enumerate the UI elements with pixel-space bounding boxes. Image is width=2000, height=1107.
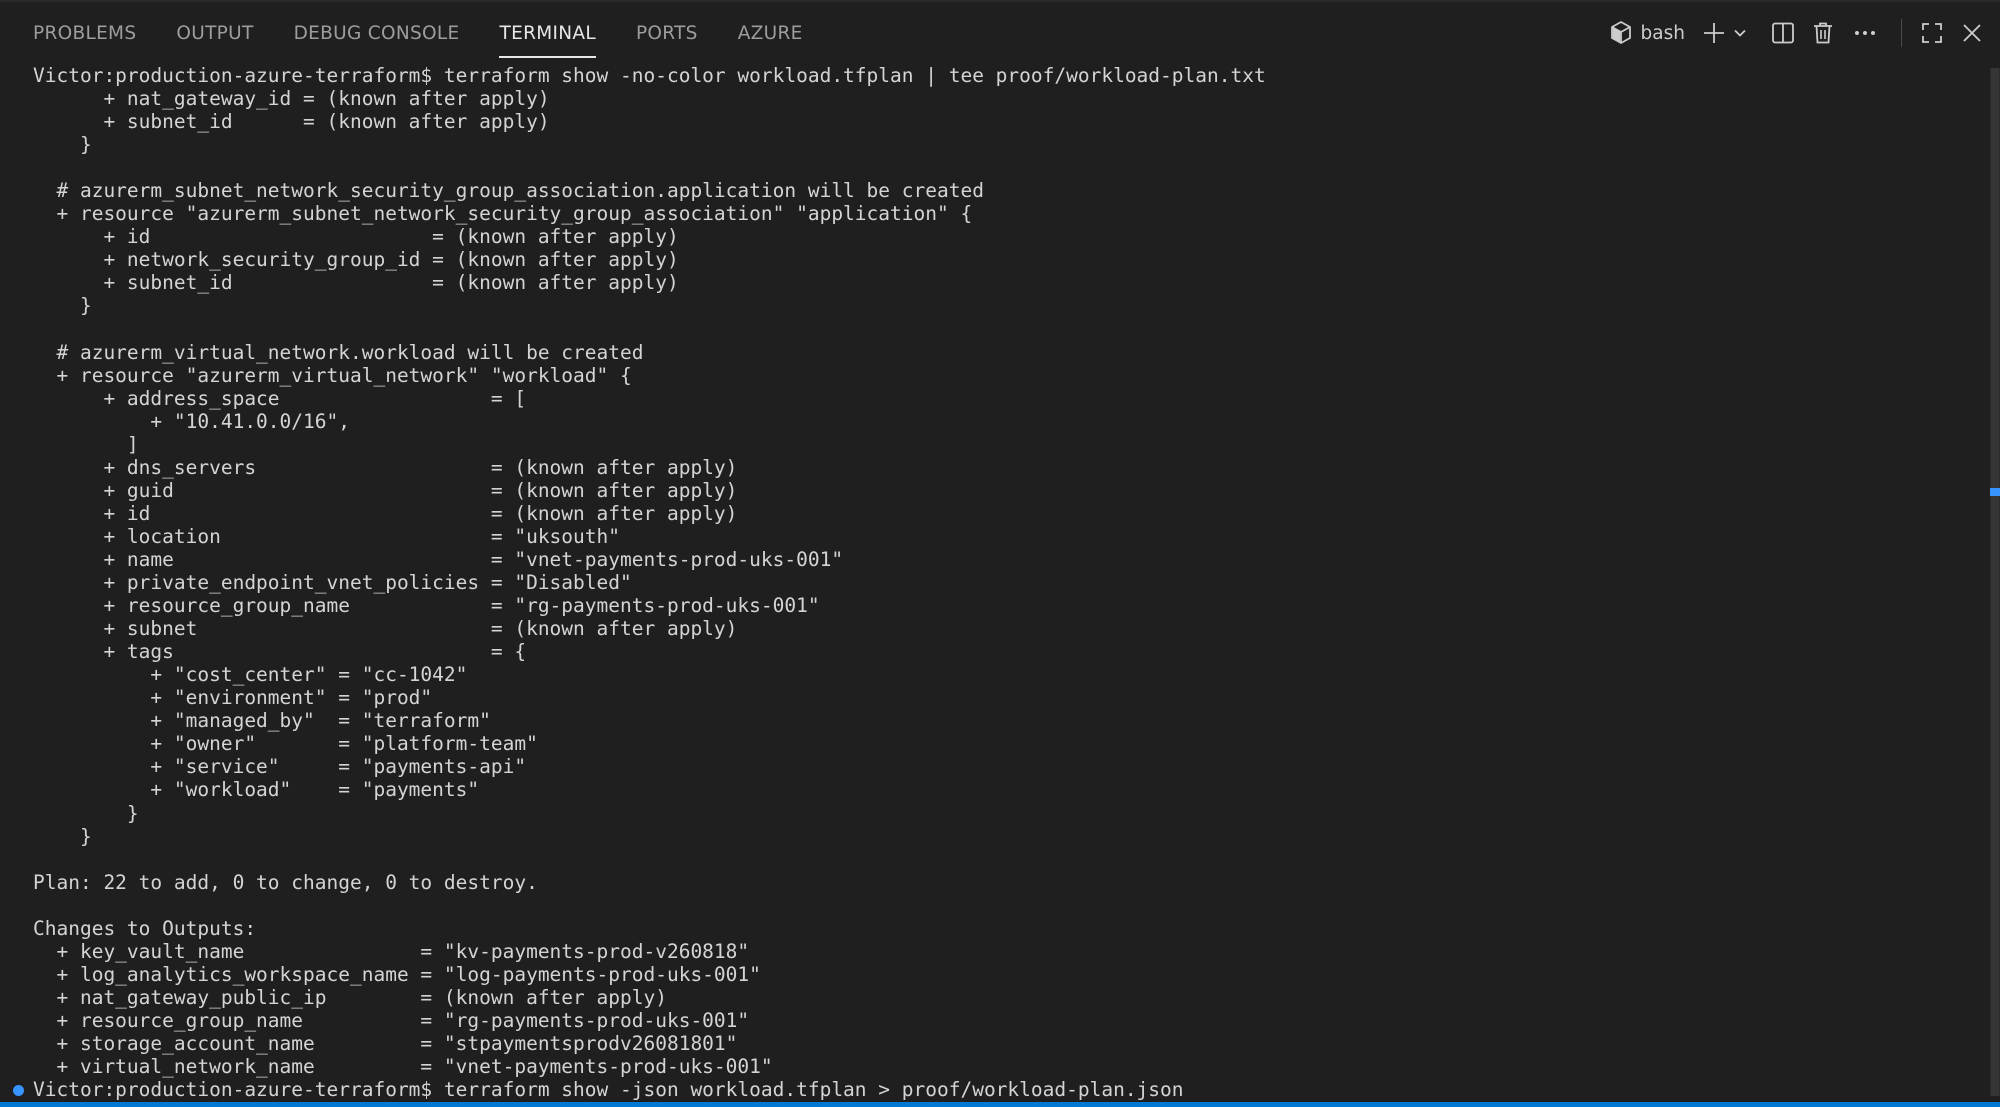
tab-azure[interactable]: AZURE: [738, 2, 803, 64]
split-terminal-icon: [1771, 21, 1795, 45]
terminal-line: # azurerm_virtual_network.workload will …: [33, 340, 644, 364]
split-terminal-button[interactable]: [1763, 13, 1803, 53]
terminal-line: Victor:production-azure-terraform$ terra…: [33, 64, 1266, 87]
terminal-line: + virtual_network_name = "vnet-payments-…: [33, 1055, 773, 1079]
terminal-line: + key_vault_name = "kv-payments-prod-v26…: [33, 939, 750, 963]
terminal-line: + subnet_id = (known after apply): [33, 271, 679, 295]
tab-problems[interactable]: PROBLEMS: [33, 2, 136, 64]
terminal-line: + subnet_id = (known after apply): [33, 110, 550, 134]
terminal-line: }: [33, 824, 92, 848]
terminal-line: + "workload" = "payments": [33, 778, 480, 802]
terminal-line: + resource_group_name = "rg-payments-pro…: [33, 1008, 750, 1032]
shell-name: bash: [1640, 22, 1685, 44]
more-actions-button[interactable]: [1843, 13, 1887, 53]
terminal-line: + location = "uksouth": [33, 524, 620, 548]
terminal-line: # azurerm_subnet_network_security_group_…: [33, 179, 984, 203]
kill-terminal-button[interactable]: [1803, 13, 1843, 53]
close-icon: [1962, 23, 1982, 43]
terminal-line: + guid = (known after apply): [33, 478, 738, 502]
terminal-line: + network_security_group_id = (known aft…: [33, 248, 679, 272]
terminal-view[interactable]: Victor:production-azure-terraform$ terra…: [0, 64, 1990, 1100]
terminal-line: + private_endpoint_vnet_policies = "Disa…: [33, 571, 632, 595]
maximize-icon: [1921, 22, 1943, 44]
terminal-line: + "cost_center" = "cc-1042": [33, 663, 468, 687]
terminal-toolbar: bash: [1609, 2, 1992, 64]
terminal-profiles-dropdown[interactable]: [1729, 13, 1751, 53]
terminal-line: + id = (known after apply): [33, 501, 738, 525]
terminal-line: + name = "vnet-payments-prod-uks-001": [33, 547, 844, 571]
toolbar-separator: [1901, 19, 1902, 47]
trash-icon: [1812, 21, 1834, 45]
terminal-line: + address_space = [: [33, 386, 527, 410]
terminal-line: + nat_gateway_id = (known after apply): [33, 87, 550, 111]
maximize-panel-button[interactable]: [1912, 13, 1952, 53]
terminal-line: + resource_group_name = "rg-payments-pro…: [33, 594, 820, 618]
terminal-line: }: [33, 801, 139, 825]
terminal-line: + id = (known after apply): [33, 225, 679, 249]
terminal-line: + "environment" = "prod": [33, 686, 433, 710]
chevron-down-icon: [1733, 26, 1747, 40]
terminal-line: ]: [33, 432, 139, 456]
terminal-line: + dns_servers = (known after apply): [33, 455, 738, 479]
terminal-line: Plan: 22 to add, 0 to change, 0 to destr…: [33, 870, 538, 894]
terminal-line: Changes to Outputs:: [33, 916, 257, 940]
terminal-current-command: Victor:production-azure-terraform$ terra…: [33, 1078, 1184, 1100]
terminal-line: }: [33, 294, 92, 318]
scrollbar-marker: [1990, 488, 2000, 496]
terminal-line: }: [33, 133, 92, 157]
terminal-line: + storage_account_name = "stpaymentsprod…: [33, 1031, 738, 1055]
terminal-line: + nat_gateway_public_ip = (known after a…: [33, 985, 667, 1009]
status-bar-edge: [0, 1102, 2000, 1107]
terminal-line: + subnet = (known after apply): [33, 617, 738, 641]
terminal-scrollbar[interactable]: [1990, 68, 2000, 1096]
new-terminal-button[interactable]: [1699, 13, 1729, 53]
tab-output[interactable]: OUTPUT: [176, 2, 253, 64]
scrollbar-thumb[interactable]: [1991, 68, 1999, 1096]
ellipsis-icon: [1854, 30, 1876, 36]
shell-selector[interactable]: bash: [1609, 13, 1685, 53]
terminal-prompt-line: Victor:production-azure-terraform$ terra…: [13, 1078, 1266, 1100]
terminal-line: + tags = {: [33, 640, 527, 664]
plus-icon: [1702, 21, 1726, 45]
tab-ports[interactable]: PORTS: [636, 2, 698, 64]
terminal-output: Victor:production-azure-terraform$ terra…: [13, 64, 1266, 1100]
terminal-line: + "owner" = "platform-team": [33, 732, 538, 756]
terminal-line: + resource "azurerm_virtual_network" "wo…: [33, 363, 632, 387]
terminal-line: + resource "azurerm_subnet_network_secur…: [33, 202, 973, 226]
panel-tabs: PROBLEMS OUTPUT DEBUG CONSOLE TERMINAL P…: [33, 2, 843, 64]
tab-terminal[interactable]: TERMINAL: [499, 2, 597, 64]
terminal-line: + "service" = "payments-api": [33, 755, 527, 779]
terminal-line: + log_analytics_workspace_name = "log-pa…: [33, 962, 761, 986]
command-decoration-icon[interactable]: [13, 1085, 24, 1097]
close-panel-button[interactable]: [1952, 13, 1992, 53]
terminal-cube-icon: [1609, 20, 1633, 46]
tab-debug-console[interactable]: DEBUG CONSOLE: [294, 2, 460, 64]
terminal-line: + "managed_by" = "terraform": [33, 709, 491, 733]
panel-header: PROBLEMS OUTPUT DEBUG CONSOLE TERMINAL P…: [0, 2, 2000, 64]
terminal-line: + "10.41.0.0/16",: [33, 409, 350, 433]
